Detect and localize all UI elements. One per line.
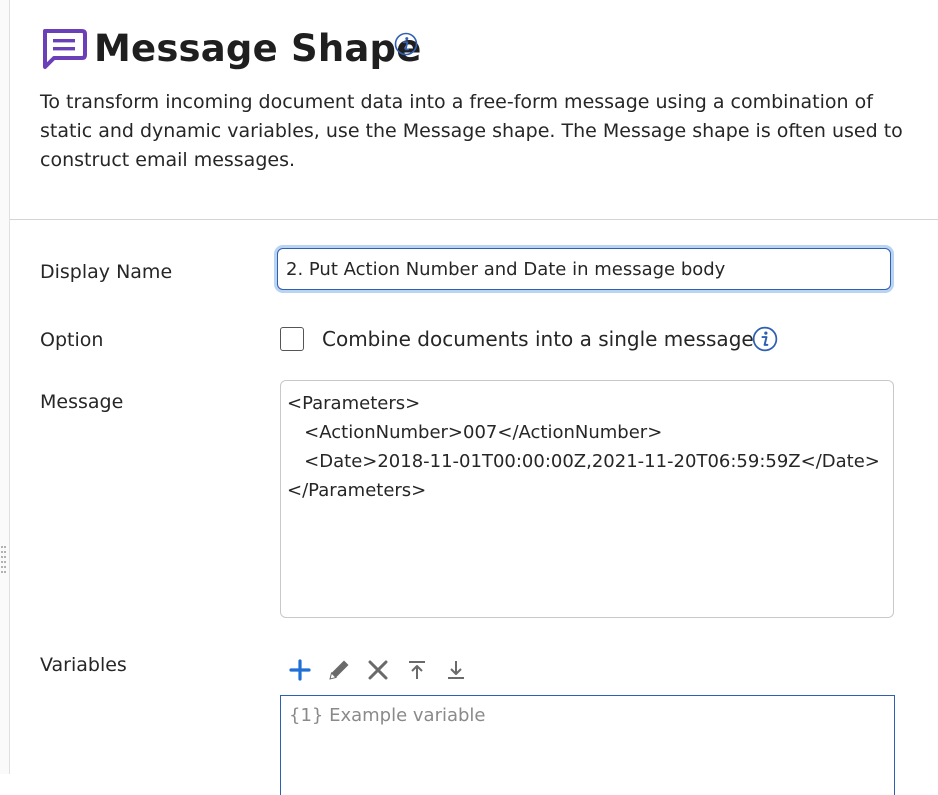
display-name-label: Display Name: [40, 261, 173, 283]
move-to-top-icon: [409, 661, 425, 679]
edit-variable-button[interactable]: [323, 654, 355, 686]
combine-documents-checkbox[interactable]: [280, 327, 304, 351]
shape-header: Message Shape: [40, 24, 920, 74]
message-line: <ActionNumber>007</ActionNumber>: [287, 422, 663, 443]
combine-documents-label[interactable]: Combine documents into a single message: [322, 325, 754, 353]
left-panel-edge: [0, 0, 10, 774]
info-icon[interactable]: [752, 326, 778, 352]
message-line: <Parameters>: [287, 393, 421, 414]
variables-toolbar: [284, 654, 484, 686]
move-to-bottom-icon: [448, 661, 464, 679]
resize-handle[interactable]: [1, 546, 7, 576]
add-variable-button[interactable]: [284, 654, 316, 686]
page-title: Message Shape: [94, 27, 422, 70]
delete-variable-button[interactable]: [362, 654, 394, 686]
shape-description: To transform incoming document data into…: [40, 91, 903, 171]
message-textarea[interactable]: <Parameters> <ActionNumber>007</ActionNu…: [280, 380, 894, 618]
move-to-bottom-button[interactable]: [440, 654, 472, 686]
plus-icon: [289, 659, 311, 681]
move-to-top-button[interactable]: [401, 654, 433, 686]
variables-list[interactable]: {1} Example variable: [280, 695, 895, 795]
message-line: </Parameters>: [287, 480, 427, 501]
display-name-input[interactable]: [277, 248, 891, 290]
close-icon: [368, 660, 388, 680]
pencil-icon: [329, 660, 349, 680]
info-icon[interactable]: [394, 32, 418, 56]
message-line: <Date>2018-11-01T00:00:00Z,2021-11-20T06…: [287, 451, 880, 472]
message-label: Message: [40, 391, 124, 413]
option-label: Option: [40, 329, 104, 351]
list-item[interactable]: {1} Example variable: [289, 702, 886, 730]
message-shape-icon: [40, 28, 88, 70]
section-divider: [10, 219, 938, 220]
variables-label: Variables: [40, 654, 127, 676]
